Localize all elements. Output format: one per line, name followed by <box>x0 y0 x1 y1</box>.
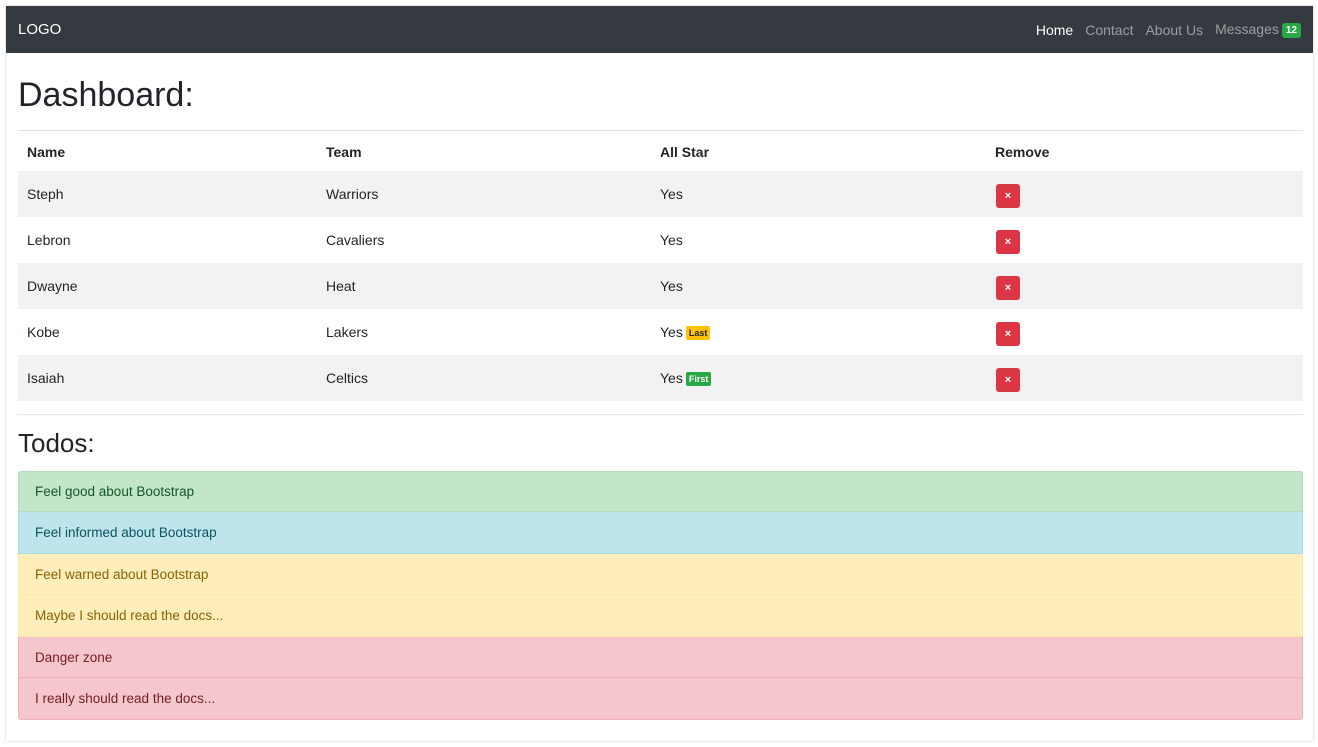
column-header-all-star: All Star <box>651 130 986 172</box>
first-badge: First <box>685 372 712 387</box>
remove-button[interactable]: × <box>996 275 1020 300</box>
cell-name: Isaiah <box>27 370 65 387</box>
remove-button[interactable]: × <box>996 183 1020 208</box>
cell-name: Steph <box>27 186 64 203</box>
table-row: Steph Warriors Yes × <box>18 171 1303 218</box>
todos-title: Todos: <box>18 428 95 459</box>
remove-button[interactable]: × <box>996 321 1020 346</box>
cell-all-star: Yes <box>651 217 986 263</box>
cell-remove: × <box>986 309 1303 355</box>
last-badge: Last <box>685 326 711 341</box>
nav-link-messages[interactable]: Messages 12 <box>1215 21 1301 38</box>
cell-remove: × <box>986 263 1303 309</box>
nav-link-home[interactable]: Home <box>1036 22 1073 38</box>
cell-all-star: Yes <box>651 171 986 217</box>
todo-item: Feel good about Bootstrap <box>18 470 1303 513</box>
all-star-value: Yes <box>660 370 683 387</box>
cell-name: Lebron <box>27 232 71 249</box>
players-table: Name Team All Star Remove Steph Warriors… <box>18 130 1303 402</box>
table-row: Isaiah Celtics Yes First × <box>18 355 1303 402</box>
cell-remove: × <box>986 217 1303 263</box>
close-icon: × <box>1004 235 1012 248</box>
table-row: Kobe Lakers Yes Last × <box>18 309 1303 355</box>
nav-link-messages-label: Messages <box>1215 21 1279 37</box>
remove-button[interactable]: × <box>996 367 1020 392</box>
messages-count-badge: 12 <box>1281 23 1301 38</box>
column-header-name: Name <box>18 130 317 172</box>
close-icon: × <box>1004 189 1012 202</box>
cell-remove: × <box>986 355 1303 401</box>
page-title: Dashboard: <box>18 76 194 114</box>
all-star-value: Yes <box>660 186 683 203</box>
all-star-value: Yes <box>660 324 683 341</box>
todo-item: Feel warned about Bootstrap <box>18 553 1303 596</box>
close-icon: × <box>1004 327 1012 340</box>
nav-link-about-us[interactable]: About Us <box>1145 22 1203 38</box>
all-star-value: Yes <box>660 278 683 295</box>
table-row: Lebron Cavaliers Yes × <box>18 217 1303 263</box>
cell-name: Kobe <box>27 324 60 341</box>
section-divider <box>18 414 1303 416</box>
todo-list: Feel good about Bootstrap Feel informed … <box>18 470 1303 720</box>
cell-name: Dwayne <box>27 278 78 295</box>
todo-item: Maybe I should read the docs... <box>18 595 1303 637</box>
cell-all-star: Yes First <box>651 355 986 401</box>
column-header-remove: Remove <box>986 130 1303 172</box>
navbar: LOGO Home Contact About Us Messages 12 <box>6 6 1313 53</box>
table-header-row: Name Team All Star Remove <box>18 130 1303 172</box>
cell-team: Celtics <box>326 370 369 387</box>
close-icon: × <box>1004 281 1012 294</box>
todo-item: Danger zone <box>18 636 1303 679</box>
todo-item: Feel informed about Bootstrap <box>18 512 1303 554</box>
close-icon: × <box>1004 373 1012 386</box>
cell-all-star: Yes Last <box>651 309 986 355</box>
page-frame: LOGO Home Contact About Us Messages 12 Da… <box>6 6 1313 741</box>
nav-links: Home Contact About Us Messages 12 <box>1024 21 1301 38</box>
table-row: Dwayne Heat Yes × <box>18 263 1303 310</box>
cell-team: Heat <box>326 278 356 295</box>
cell-team: Lakers <box>326 324 369 341</box>
column-header-team: Team <box>317 130 651 172</box>
all-star-value: Yes <box>660 232 683 249</box>
cell-remove: × <box>986 171 1303 217</box>
nav-link-contact[interactable]: Contact <box>1085 22 1133 38</box>
cell-team: Warriors <box>326 186 379 203</box>
logo[interactable]: LOGO <box>18 21 61 38</box>
todo-item: I really should read the docs... <box>18 678 1303 720</box>
remove-button[interactable]: × <box>996 229 1020 254</box>
cell-all-star: Yes <box>651 263 986 309</box>
main-content: Dashboard: Name Team All Star Remove Ste… <box>6 76 1313 720</box>
cell-team: Cavaliers <box>326 232 385 249</box>
